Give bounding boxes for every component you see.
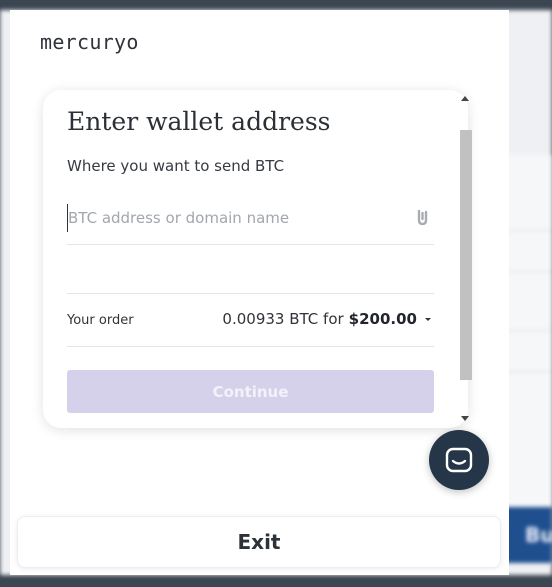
exit-button[interactable]: Exit	[17, 516, 501, 568]
scrollbar-thumb[interactable]	[460, 130, 472, 380]
divider	[67, 293, 434, 294]
order-fiat-amount: $200.00	[348, 310, 417, 328]
chat-icon	[445, 447, 473, 473]
order-crypto-amount: 0.00933 BTC for	[222, 310, 344, 328]
page-title: Enter wallet address	[67, 107, 331, 136]
divider	[67, 346, 434, 347]
wallet-address-input[interactable]	[67, 204, 398, 232]
continue-button[interactable]: Continue	[67, 370, 434, 413]
chevron-down-icon	[425, 318, 431, 321]
order-label: Your order	[67, 313, 134, 328]
scroll-up-arrow-icon[interactable]	[461, 96, 469, 101]
page-subtitle: Where you want to send BTC	[67, 157, 285, 175]
brand-logo: mercuryo	[40, 30, 139, 54]
paste-icon[interactable]	[414, 209, 430, 231]
chat-button[interactable]	[429, 430, 489, 490]
scroll-down-arrow-icon[interactable]	[461, 416, 469, 421]
card-scrollbar[interactable]	[458, 90, 474, 428]
order-summary-dropdown[interactable]: 0.00933 BTC for $200.00	[222, 310, 434, 328]
address-field	[67, 204, 434, 245]
order-summary: Your order 0.00933 BTC for $200.00	[67, 308, 434, 346]
wallet-address-card: Enter wallet address Where you want to s…	[43, 90, 468, 428]
mercuryo-widget: mercuryo Enter wallet address Where you …	[10, 10, 509, 575]
